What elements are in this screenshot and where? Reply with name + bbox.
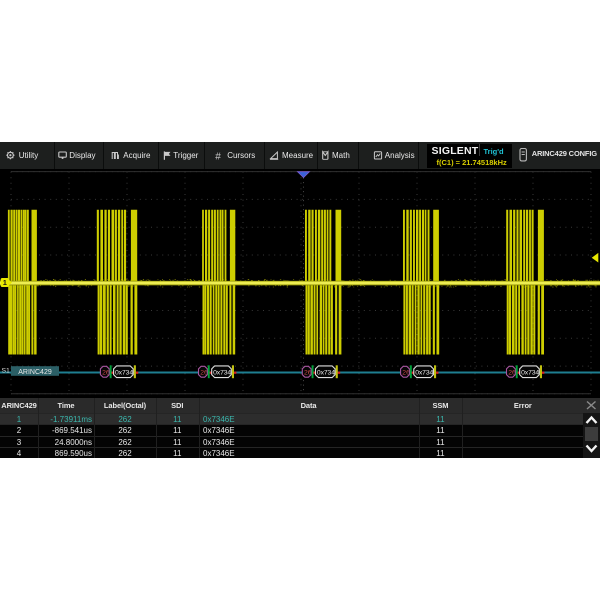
svg-text:ARINC429: ARINC429: [18, 369, 52, 376]
svg-text:#: #: [215, 152, 221, 163]
svg-text:S1: S1: [2, 368, 11, 375]
svg-text:1: 1: [3, 278, 7, 287]
